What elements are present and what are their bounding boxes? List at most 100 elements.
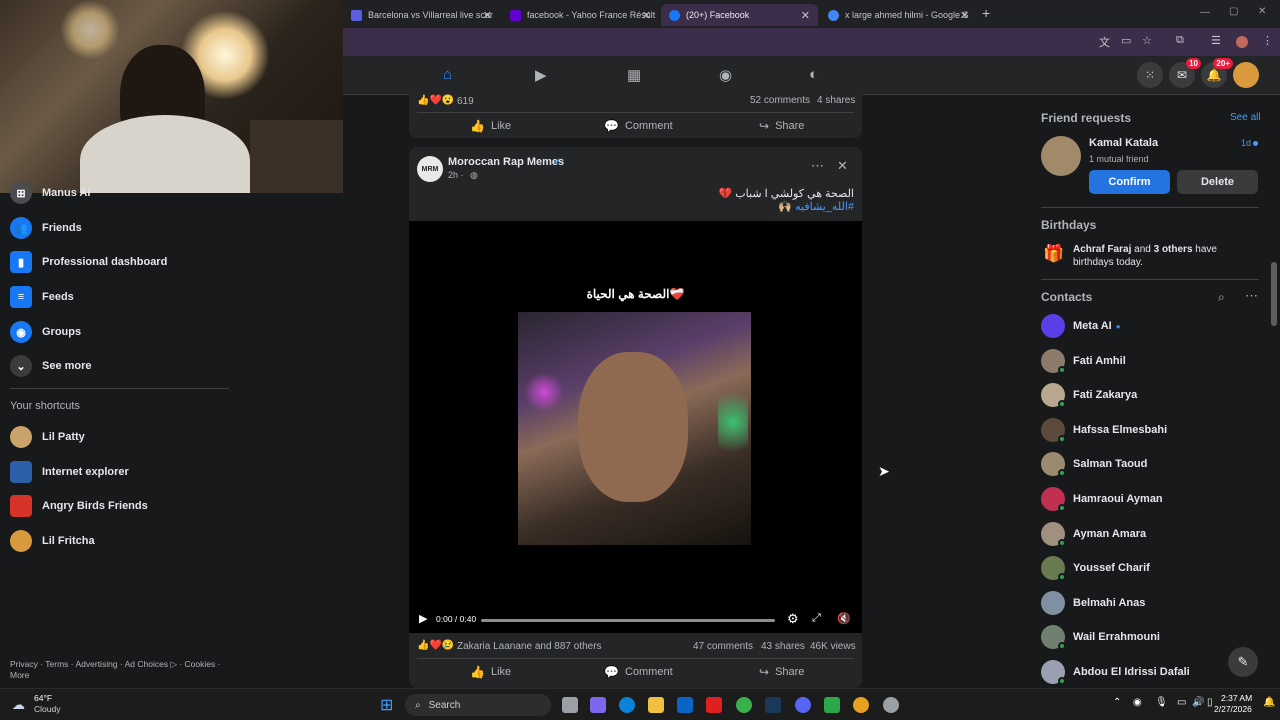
shortcut-item[interactable]: Lil Patty (10, 422, 85, 452)
browser-tab[interactable]: facebook - Yahoo France Résult ✕ (502, 4, 659, 26)
edge-icon[interactable] (619, 697, 635, 713)
bookmark-star-icon[interactable]: ☆ (1142, 34, 1152, 47)
contact-item[interactable]: Wail Errahmouni (1041, 622, 1160, 652)
play-icon[interactable]: ▶ (419, 612, 427, 625)
contact-item[interactable]: Youssef Charif (1041, 553, 1150, 583)
shortcut-item[interactable]: Internet explorer (10, 457, 129, 487)
contact-item[interactable]: Hafssa Elmesbahi (1041, 415, 1167, 445)
contact-item[interactable]: Ayman Amara (1041, 519, 1146, 549)
notification-center-icon[interactable]: 🔔 (1263, 697, 1275, 708)
close-tab-icon[interactable]: ✕ (960, 9, 969, 22)
new-tab-button[interactable]: + (982, 5, 990, 21)
video-icon[interactable]: ▶ (535, 66, 547, 84)
request-avatar[interactable] (1041, 136, 1081, 176)
close-tab-icon[interactable]: ✕ (483, 9, 492, 22)
sidebar-item-groups[interactable]: ◉ Groups (10, 317, 81, 347)
tab-search-icon[interactable]: ☰ (1211, 34, 1221, 47)
confirm-button[interactable]: Confirm (1089, 170, 1170, 194)
file-explorer-icon[interactable] (648, 697, 664, 713)
shares-count[interactable]: 43 shares (761, 641, 805, 652)
play-app-icon[interactable] (824, 697, 840, 713)
gaming-icon[interactable]: ◐ (809, 66, 818, 83)
search-contacts-icon[interactable]: ⌕ (1218, 290, 1225, 305)
contact-item[interactable]: Belmahi Anas (1041, 588, 1145, 618)
like-button[interactable]: 👍 Like (470, 119, 511, 133)
post-hashtag[interactable]: #الله_يشافيه 🙌🏼 (778, 200, 854, 213)
sidebar-item-friends[interactable]: 👥 Friends (10, 213, 82, 243)
battery-icon[interactable]: ▯ (1207, 697, 1213, 708)
browser-tab[interactable]: x large ahmed hilmi - Google S ✕ (820, 4, 977, 26)
reactions-text[interactable]: Zakaria Laanane and 887 others (457, 641, 602, 652)
fullscreen-icon[interactable]: ⤢ (812, 612, 821, 625)
contact-item[interactable]: Salman Taoud (1041, 449, 1147, 479)
contact-item[interactable]: Fati Zakarya (1041, 380, 1137, 410)
mute-icon[interactable]: 🔇 (837, 612, 851, 625)
see-all-link[interactable]: See all (1230, 112, 1261, 123)
contact-item[interactable]: Hamraoui Ayman (1041, 484, 1163, 514)
page-scrollbar-thumb[interactable] (1271, 262, 1277, 326)
youtube-icon[interactable] (706, 697, 722, 713)
maximize-icon[interactable]: ▢ (1229, 6, 1238, 17)
comment-button[interactable]: 💬 Comment (604, 665, 673, 679)
settings-gear-icon[interactable]: ⚙ (787, 611, 799, 627)
contact-item[interactable]: Fati Amhil (1041, 346, 1126, 376)
contact-item[interactable]: Abdou El Idrissi Dafali (1041, 657, 1190, 687)
tray-chevron-icon[interactable]: ⌃ (1113, 697, 1121, 708)
menu-grid-button[interactable]: ⁙ (1137, 62, 1163, 88)
app-icon[interactable] (883, 697, 899, 713)
teams-icon[interactable] (590, 697, 606, 713)
post-time[interactable]: 2h · (448, 170, 464, 180)
browser-tab[interactable]: Barcelona vs Villarreal live scor ✕ (343, 4, 500, 26)
footer-more-link[interactable]: More (10, 670, 29, 680)
notifications-button[interactable]: 🔔 20+ (1201, 58, 1233, 88)
clock-time[interactable]: 2:37 AM (1221, 693, 1252, 703)
video-progress-track[interactable] (481, 619, 775, 622)
share-button[interactable]: ↪ Share (759, 119, 804, 133)
windows-start-icon[interactable]: ⊞ (380, 695, 393, 715)
network-icon[interactable]: ▭ (1177, 697, 1186, 708)
task-view-icon[interactable] (562, 697, 578, 713)
taskbar-search[interactable]: ⌕ Search (405, 694, 551, 716)
close-window-icon[interactable]: ✕ (1258, 6, 1266, 17)
cast-icon[interactable]: ▭ (1121, 34, 1131, 47)
weather-temp[interactable]: 64°F (34, 693, 52, 703)
extensions-icon[interactable]: ⧉ (1176, 34, 1184, 47)
shortcut-item[interactable]: Angry Birds Friends (10, 491, 148, 521)
like-button[interactable]: 👍 Like (470, 665, 511, 679)
browser-menu-icon[interactable]: ⋮ (1262, 34, 1273, 47)
translate-icon[interactable]: 文 (1099, 34, 1110, 50)
close-post-icon[interactable]: ✕ (837, 158, 848, 174)
profile-avatar[interactable] (1236, 36, 1248, 48)
birthday-text[interactable]: Achraf Faraj and 3 others have birthdays… (1073, 243, 1258, 269)
share-button[interactable]: ↪ Share (759, 665, 804, 679)
groups-nav-icon[interactable]: ◉ (719, 66, 732, 84)
discord-icon[interactable] (795, 697, 811, 713)
browser-tab-active[interactable]: (20+) Facebook ✕ (661, 4, 818, 26)
contacts-options-icon[interactable]: ⋯ (1245, 288, 1258, 304)
sidebar-item-professional-dashboard[interactable]: ▮ Professional dashboard (10, 247, 167, 277)
marketplace-icon[interactable]: ▦ (627, 66, 641, 84)
outlook-icon[interactable] (677, 697, 693, 713)
comments-count[interactable]: 52 comments (750, 95, 810, 106)
shares-count[interactable]: 4 shares (817, 95, 855, 106)
chrome-icon[interactable] (853, 697, 869, 713)
app-icon[interactable] (736, 697, 752, 713)
steam-icon[interactable] (765, 697, 781, 713)
messenger-button[interactable]: ✉ 10 (1169, 58, 1201, 88)
page-name[interactable]: Moroccan Rap Memes (448, 156, 564, 168)
minimize-icon[interactable]: — (1200, 7, 1210, 18)
shortcut-item[interactable]: Lil Fritcha (10, 526, 95, 556)
microphone-icon[interactable]: 🎙 (1155, 697, 1168, 708)
more-options-icon[interactable]: ⋯ (811, 158, 824, 174)
contact-item[interactable]: Meta AI ● (1041, 311, 1121, 341)
sidebar-item-see-more[interactable]: ⌄ See more (10, 351, 92, 381)
footer-links[interactable]: Privacy · Terms · Advertising · Ad Choic… (10, 659, 235, 670)
clock-date[interactable]: 2/27/2026 (1214, 704, 1252, 714)
volume-icon[interactable]: 🔊 (1192, 697, 1204, 708)
close-tab-icon[interactable]: ✕ (642, 9, 651, 22)
sidebar-item-manus-ai[interactable]: ⊞ Manus AI (10, 178, 91, 208)
new-message-button[interactable]: ✎ (1228, 647, 1258, 677)
sidebar-item-feeds[interactable]: ≡ Feeds (10, 282, 74, 312)
reaction-count[interactable]: 619 (457, 96, 474, 107)
page-avatar[interactable]: MRM (417, 156, 443, 182)
